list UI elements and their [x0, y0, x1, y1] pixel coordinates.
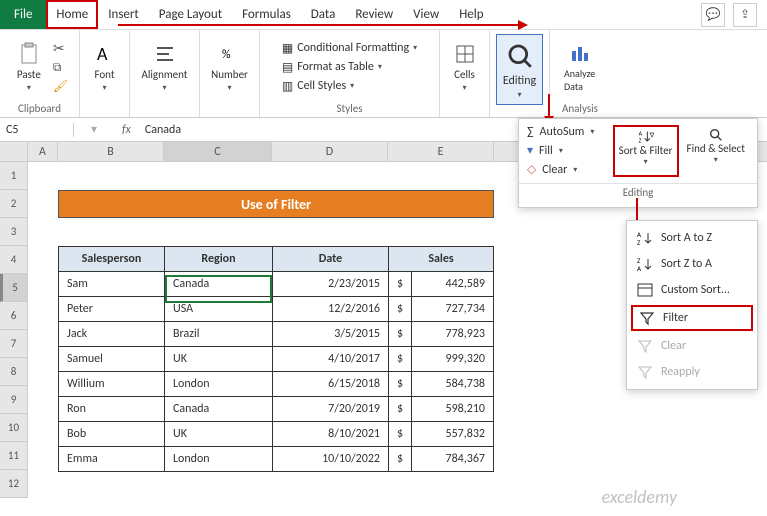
sort-filter-menu: AZ Sort A to Z ZA Sort Z to A Custom Sor…: [626, 220, 758, 390]
comments-icon[interactable]: 💬: [701, 3, 725, 27]
sort-a-to-z[interactable]: AZ Sort A to Z: [627, 225, 757, 251]
number-label: Number: [211, 68, 248, 81]
cell-styles-icon: ▥: [282, 79, 293, 94]
chevron-down-icon: ▾: [27, 83, 31, 93]
filter-clear: Clear: [627, 333, 757, 359]
share-icon[interactable]: ⇪: [733, 3, 757, 27]
format-painter-icon[interactable]: 🖌: [53, 79, 68, 94]
table-row[interactable]: JackBrazil3/5/2015$778,923: [59, 322, 494, 347]
th-salesperson[interactable]: Salesperson: [59, 247, 165, 272]
col-header-B[interactable]: B: [58, 142, 164, 161]
th-date[interactable]: Date: [273, 247, 389, 272]
cut-icon[interactable]: ✂: [53, 40, 68, 57]
svg-text:A: A: [97, 43, 108, 65]
conditional-formatting-button[interactable]: ▦Conditional Formatting▾: [282, 41, 417, 56]
table-row[interactable]: EmmaLondon10/10/2022$784,367: [59, 447, 494, 472]
paste-label: Paste: [17, 68, 41, 81]
eraser-icon: ◇: [527, 162, 536, 177]
format-as-table-button[interactable]: ▤Format as Table▾: [282, 60, 417, 75]
tab-home[interactable]: Home: [46, 0, 98, 29]
row-header[interactable]: 3: [0, 218, 27, 246]
table-row[interactable]: PeterUSA12/2/2016$727,734: [59, 297, 494, 322]
table-icon: ▤: [282, 60, 293, 75]
fx-icon[interactable]: fx: [114, 123, 139, 137]
tab-review[interactable]: Review: [345, 0, 403, 29]
copy-icon[interactable]: ⧉: [53, 61, 68, 75]
autosum-button[interactable]: ∑AutoSum▾: [527, 125, 613, 139]
filter-reapply: Reapply: [627, 359, 757, 385]
tab-pagelayout[interactable]: Page Layout: [149, 0, 232, 29]
alignment-label: Alignment: [142, 68, 188, 81]
svg-text:%: %: [222, 48, 231, 62]
cells-button[interactable]: Cells▾: [447, 38, 483, 97]
styles-group-label: Styles: [336, 102, 362, 115]
row-header[interactable]: 4: [0, 246, 27, 274]
analyze-label: Analyze Data: [564, 67, 596, 93]
row-header[interactable]: 6: [0, 302, 27, 330]
formula-input[interactable]: Canada: [139, 123, 187, 137]
row-header[interactable]: 12: [0, 470, 27, 498]
col-header-C[interactable]: C: [164, 142, 272, 161]
analyze-data-button[interactable]: Analyze Data: [558, 37, 602, 97]
select-all-corner[interactable]: [0, 142, 28, 161]
analysis-group-label: Analysis: [562, 102, 598, 115]
sort-z-to-a[interactable]: ZA Sort Z to A: [627, 251, 757, 277]
fill-button[interactable]: ▾Fill▾: [527, 143, 613, 158]
table-row[interactable]: BobUK8/10/2021$557,832: [59, 422, 494, 447]
editing-dropdown: ∑AutoSum▾ ▾Fill▾ ◇Clear▾ AZ Sort & Filte…: [518, 118, 758, 208]
tab-data[interactable]: Data: [301, 0, 346, 29]
table-row[interactable]: SamuelUK4/10/2017$999,320: [59, 347, 494, 372]
cells-label: Cells: [454, 68, 475, 81]
editing-popup-label: Editing: [519, 184, 757, 201]
row-header[interactable]: 8: [0, 358, 27, 386]
sigma-icon: ∑: [527, 125, 534, 139]
data-table: Salesperson Region Date Sales SamCanada2…: [58, 246, 494, 472]
name-box[interactable]: C5: [0, 123, 74, 137]
row-header[interactable]: 11: [0, 442, 27, 470]
fill-icon: ▾: [527, 143, 533, 158]
editing-label: Editing: [503, 74, 536, 88]
file-tab[interactable]: File: [0, 0, 46, 29]
table-row[interactable]: WilliumLondon6/15/2018$584,738: [59, 372, 494, 397]
clear-button[interactable]: ◇Clear▾: [527, 162, 613, 177]
svg-text:Z: Z: [637, 238, 641, 246]
row-header[interactable]: 10: [0, 414, 27, 442]
row-header[interactable]: 1: [0, 162, 27, 190]
paste-button[interactable]: Paste ▾: [11, 38, 47, 97]
filter-menu-item[interactable]: Filter: [631, 305, 753, 331]
number-button[interactable]: % Number▾: [205, 38, 254, 97]
find-select-button[interactable]: Find & Select▾: [683, 125, 749, 177]
row-header[interactable]: 2: [0, 190, 27, 218]
title-cell: Use of Filter: [58, 190, 494, 218]
row-header[interactable]: 9: [0, 386, 27, 414]
table-row[interactable]: RonCanada7/20/2019$598,210: [59, 397, 494, 422]
col-header-A[interactable]: A: [28, 142, 58, 161]
col-header-E[interactable]: E: [388, 142, 494, 161]
cond-format-icon: ▦: [282, 41, 293, 56]
editing-button[interactable]: Editing▾: [496, 34, 543, 105]
th-sales[interactable]: Sales: [389, 247, 494, 272]
row-header[interactable]: 7: [0, 330, 27, 358]
svg-text:A: A: [637, 264, 642, 272]
sort-filter-button[interactable]: AZ Sort & Filter▾: [613, 125, 679, 177]
cell-styles-button[interactable]: ▥Cell Styles▾: [282, 79, 417, 94]
col-header-D[interactable]: D: [272, 142, 388, 161]
tab-insert[interactable]: Insert: [98, 0, 149, 29]
row-header[interactable]: 5: [0, 274, 27, 302]
custom-sort[interactable]: Custom Sort...: [627, 277, 757, 303]
tab-formulas[interactable]: Formulas: [232, 0, 301, 29]
font-button[interactable]: A Font▾: [87, 38, 123, 97]
tab-help[interactable]: Help: [449, 0, 493, 29]
alignment-button[interactable]: Alignment▾: [136, 38, 194, 97]
tab-view[interactable]: View: [403, 0, 449, 29]
th-region[interactable]: Region: [165, 247, 273, 272]
table-row[interactable]: SamCanada2/23/2015$442,589: [59, 272, 494, 297]
font-label: Font: [94, 68, 114, 81]
clipboard-group-label: Clipboard: [18, 102, 61, 115]
